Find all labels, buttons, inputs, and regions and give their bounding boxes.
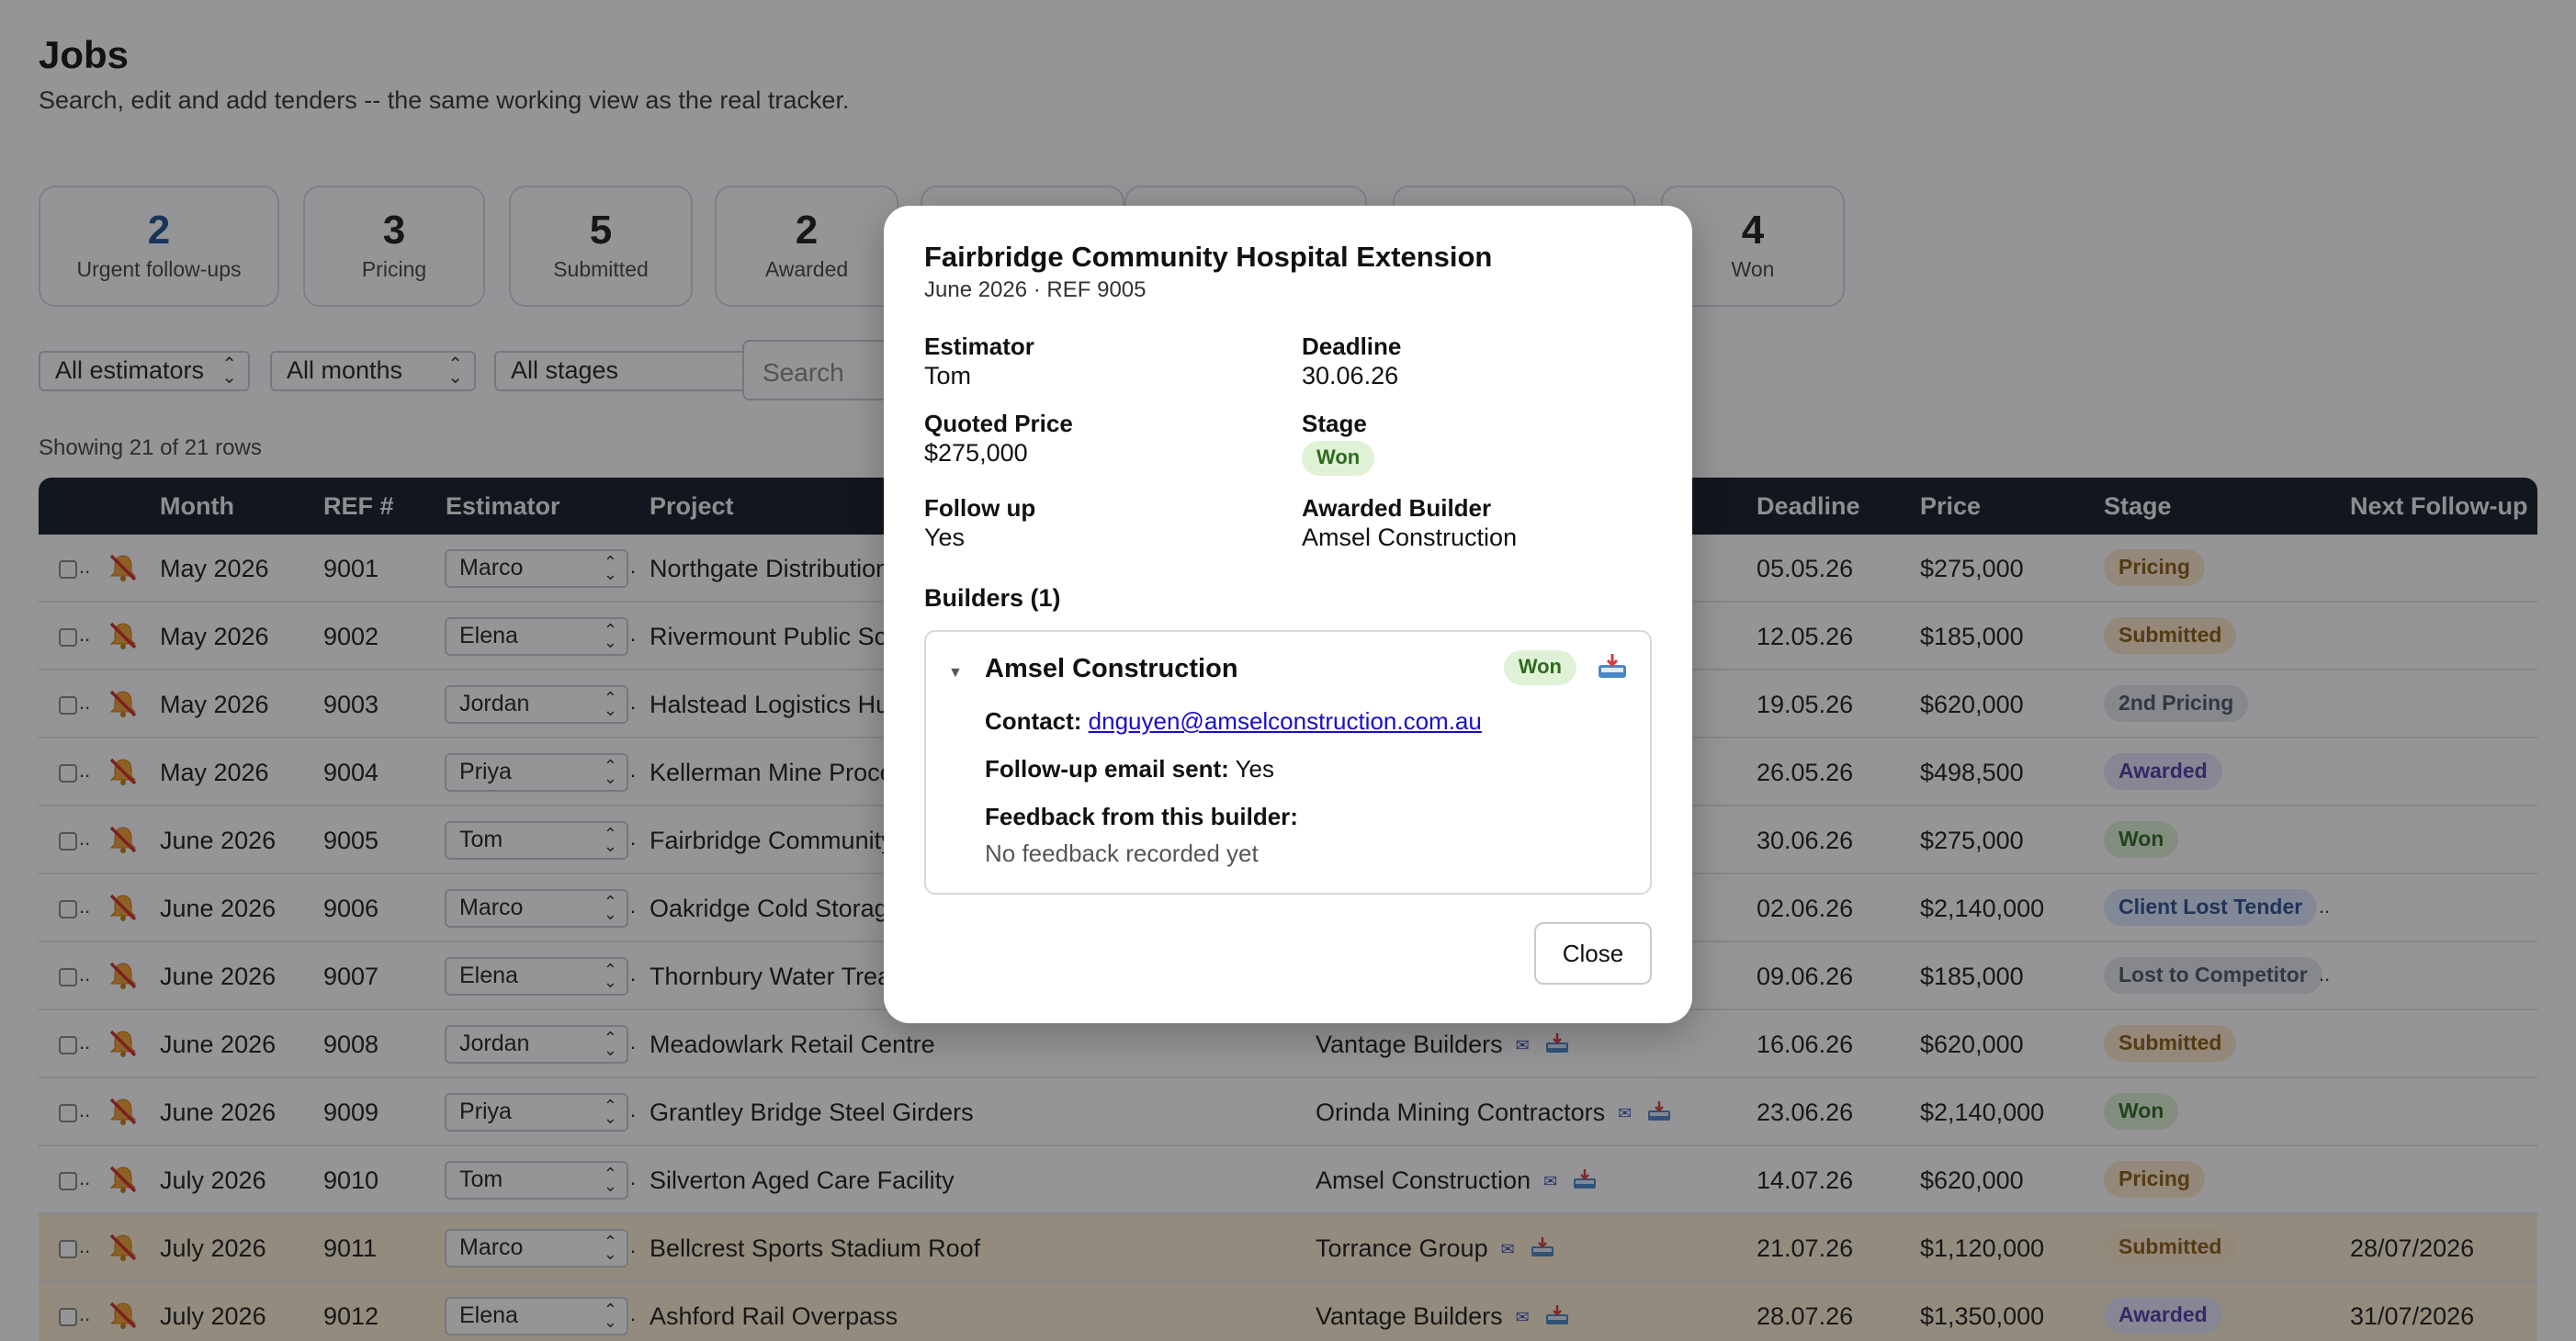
modal-subtitle: June 2026 · REF 9005 (924, 277, 1147, 302)
modal-title: Fairbridge Community Hospital Extension (924, 241, 1493, 273)
followup-value: Yes (924, 524, 966, 551)
builder-email-row: Follow-up email sent: Yes (985, 755, 1274, 783)
followup-label: Follow up (924, 494, 1036, 522)
builder-feedback-row: Feedback from this builder: (985, 803, 1298, 831)
builder-name: Amsel Construction (985, 654, 1238, 683)
feedback-label: Feedback from this builder: (985, 803, 1298, 830)
disclosure-triangle-icon[interactable]: ▼ (948, 665, 963, 682)
price-value: $275,000 (924, 439, 1028, 467)
builder-status-badge: Won (1503, 650, 1576, 685)
stage-label: Stage (1302, 410, 1367, 437)
feedback-value: No feedback recorded yet (985, 840, 1259, 867)
inbox-tray-icon[interactable] (1597, 652, 1628, 680)
estimator-label: Estimator (924, 332, 1034, 360)
deadline-label: Deadline (1302, 332, 1402, 360)
awarded-builder-value: Amsel Construction (1302, 524, 1518, 551)
builder-contact-row: Contact: dnguyen@amselconstruction.com.a… (985, 707, 1482, 736)
stage-badge: Won (1302, 441, 1375, 476)
job-detail-modal: Fairbridge Community Hospital Extension … (884, 206, 1692, 1023)
awarded-builder-label: Awarded Builder (1302, 494, 1492, 522)
price-label: Quoted Price (924, 410, 1073, 437)
email-sent-label: Follow-up email sent: (985, 755, 1229, 783)
close-button[interactable]: Close (1534, 922, 1652, 985)
contact-label: Contact: (985, 707, 1082, 735)
email-sent-value: Yes (1235, 755, 1274, 783)
builder-card: ▼ Amsel Construction Won Contact: dnguye… (924, 630, 1652, 895)
deadline-value: 30.06.26 (1302, 362, 1399, 389)
estimator-value: Tom (924, 362, 972, 389)
builders-heading: Builders (1) (924, 584, 1061, 612)
contact-email-link[interactable]: dnguyen@amselconstruction.com.au (1089, 707, 1482, 735)
